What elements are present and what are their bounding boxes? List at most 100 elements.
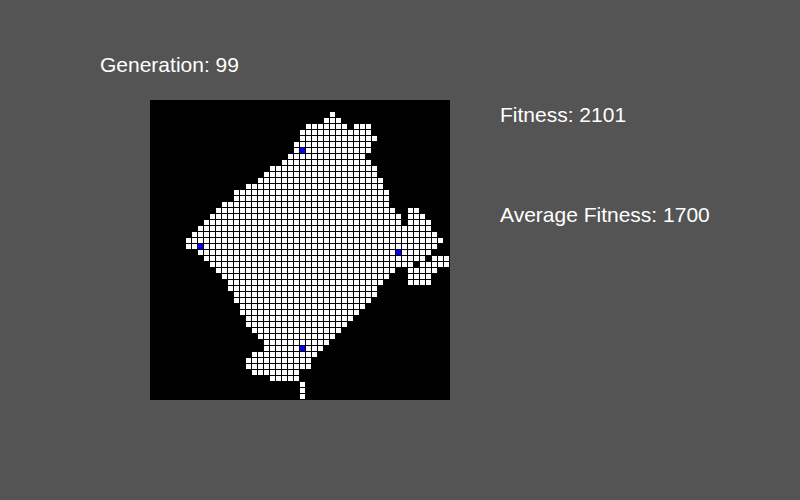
- grid-cell: [342, 196, 347, 201]
- grid-cell: [432, 256, 437, 261]
- grid-cell: [426, 238, 431, 243]
- grid-cell: [282, 286, 287, 291]
- grid-cell: [384, 148, 389, 153]
- grid-cell: [246, 298, 251, 303]
- grid-cell: [426, 124, 431, 129]
- grid-cell: [324, 244, 329, 249]
- grid-cell: [294, 304, 299, 309]
- grid-cell: [354, 238, 359, 243]
- grid-cell: [174, 118, 179, 123]
- grid-cell: [360, 328, 365, 333]
- grid-cell: [408, 298, 413, 303]
- grid-cell: [168, 280, 173, 285]
- grid-cell: [408, 322, 413, 327]
- grid-cell: [192, 112, 197, 117]
- grid-cell: [240, 214, 245, 219]
- grid-cell: [246, 202, 251, 207]
- grid-cell: [360, 106, 365, 111]
- grid-cell: [336, 256, 341, 261]
- grid-cell: [258, 280, 263, 285]
- grid-cell: [312, 184, 317, 189]
- grid-cell: [222, 208, 227, 213]
- grid-cell: [234, 238, 239, 243]
- grid-cell: [390, 274, 395, 279]
- grid-cell: [312, 130, 317, 135]
- grid-cell: [426, 256, 431, 261]
- grid-cell: [336, 292, 341, 297]
- grid-cell: [294, 208, 299, 213]
- grid-cell: [402, 220, 407, 225]
- grid-cell: [168, 118, 173, 123]
- grid-cell: [414, 208, 419, 213]
- grid-cell: [294, 244, 299, 249]
- grid-cell: [210, 250, 215, 255]
- grid-cell: [252, 130, 257, 135]
- grid-cell: [324, 136, 329, 141]
- grid-cell: [216, 274, 221, 279]
- grid-cell: [186, 214, 191, 219]
- grid-cell: [288, 190, 293, 195]
- grid-cell: [180, 214, 185, 219]
- grid-cell: [312, 190, 317, 195]
- grid-cell: [390, 202, 395, 207]
- grid-cell: [348, 184, 353, 189]
- grid-cell: [366, 244, 371, 249]
- grid-cell: [432, 310, 437, 315]
- grid-cell: [306, 106, 311, 111]
- grid-cell: [186, 274, 191, 279]
- grid-cell: [354, 130, 359, 135]
- main-area: Fitness: 2101Average Fitness: 1700: [150, 100, 800, 400]
- grid-cell: [264, 166, 269, 171]
- grid-cell: [294, 316, 299, 321]
- grid-cell: [222, 142, 227, 147]
- grid-cell: [408, 136, 413, 141]
- grid-cell: [306, 238, 311, 243]
- grid-cell: [306, 250, 311, 255]
- grid-cell: [222, 136, 227, 141]
- grid-cell: [276, 328, 281, 333]
- grid-cell: [360, 226, 365, 231]
- grid-cell: [252, 160, 257, 165]
- grid-cell: [174, 286, 179, 291]
- grid-cell: [246, 184, 251, 189]
- grid-cell: [210, 130, 215, 135]
- grid-cell: [414, 274, 419, 279]
- grid-cell: [150, 196, 155, 201]
- grid-cell: [366, 202, 371, 207]
- grid-cell: [378, 334, 383, 339]
- grid-cell: [300, 214, 305, 219]
- grid-cell: [426, 154, 431, 159]
- grid-cell: [234, 334, 239, 339]
- grid-cell: [402, 316, 407, 321]
- grid-cell: [354, 172, 359, 177]
- grid-cell: [222, 166, 227, 171]
- grid-cell: [192, 142, 197, 147]
- grid-cell: [180, 148, 185, 153]
- grid-cell: [426, 160, 431, 165]
- grid-cell: [222, 118, 227, 123]
- grid-cell: [324, 214, 329, 219]
- grid-cell: [198, 244, 203, 249]
- grid-cell: [444, 304, 449, 309]
- grid-cell: [282, 172, 287, 177]
- grid-cell: [228, 310, 233, 315]
- grid-cell: [210, 106, 215, 111]
- grid-cell: [438, 256, 443, 261]
- grid-cell: [384, 274, 389, 279]
- grid-cell: [270, 148, 275, 153]
- grid-cell: [420, 178, 425, 183]
- grid-cell: [324, 262, 329, 267]
- grid-cell: [330, 112, 335, 117]
- grid-cell: [390, 334, 395, 339]
- grid-cell: [204, 214, 209, 219]
- grid-cell: [378, 238, 383, 243]
- grid-cell: [378, 298, 383, 303]
- grid-cell: [264, 274, 269, 279]
- grid-cell: [180, 172, 185, 177]
- grid-cell: [264, 232, 269, 237]
- grid-cell: [366, 226, 371, 231]
- grid-cell: [300, 112, 305, 117]
- grid-cell: [264, 124, 269, 129]
- grid-cell: [216, 106, 221, 111]
- grid-cell: [210, 148, 215, 153]
